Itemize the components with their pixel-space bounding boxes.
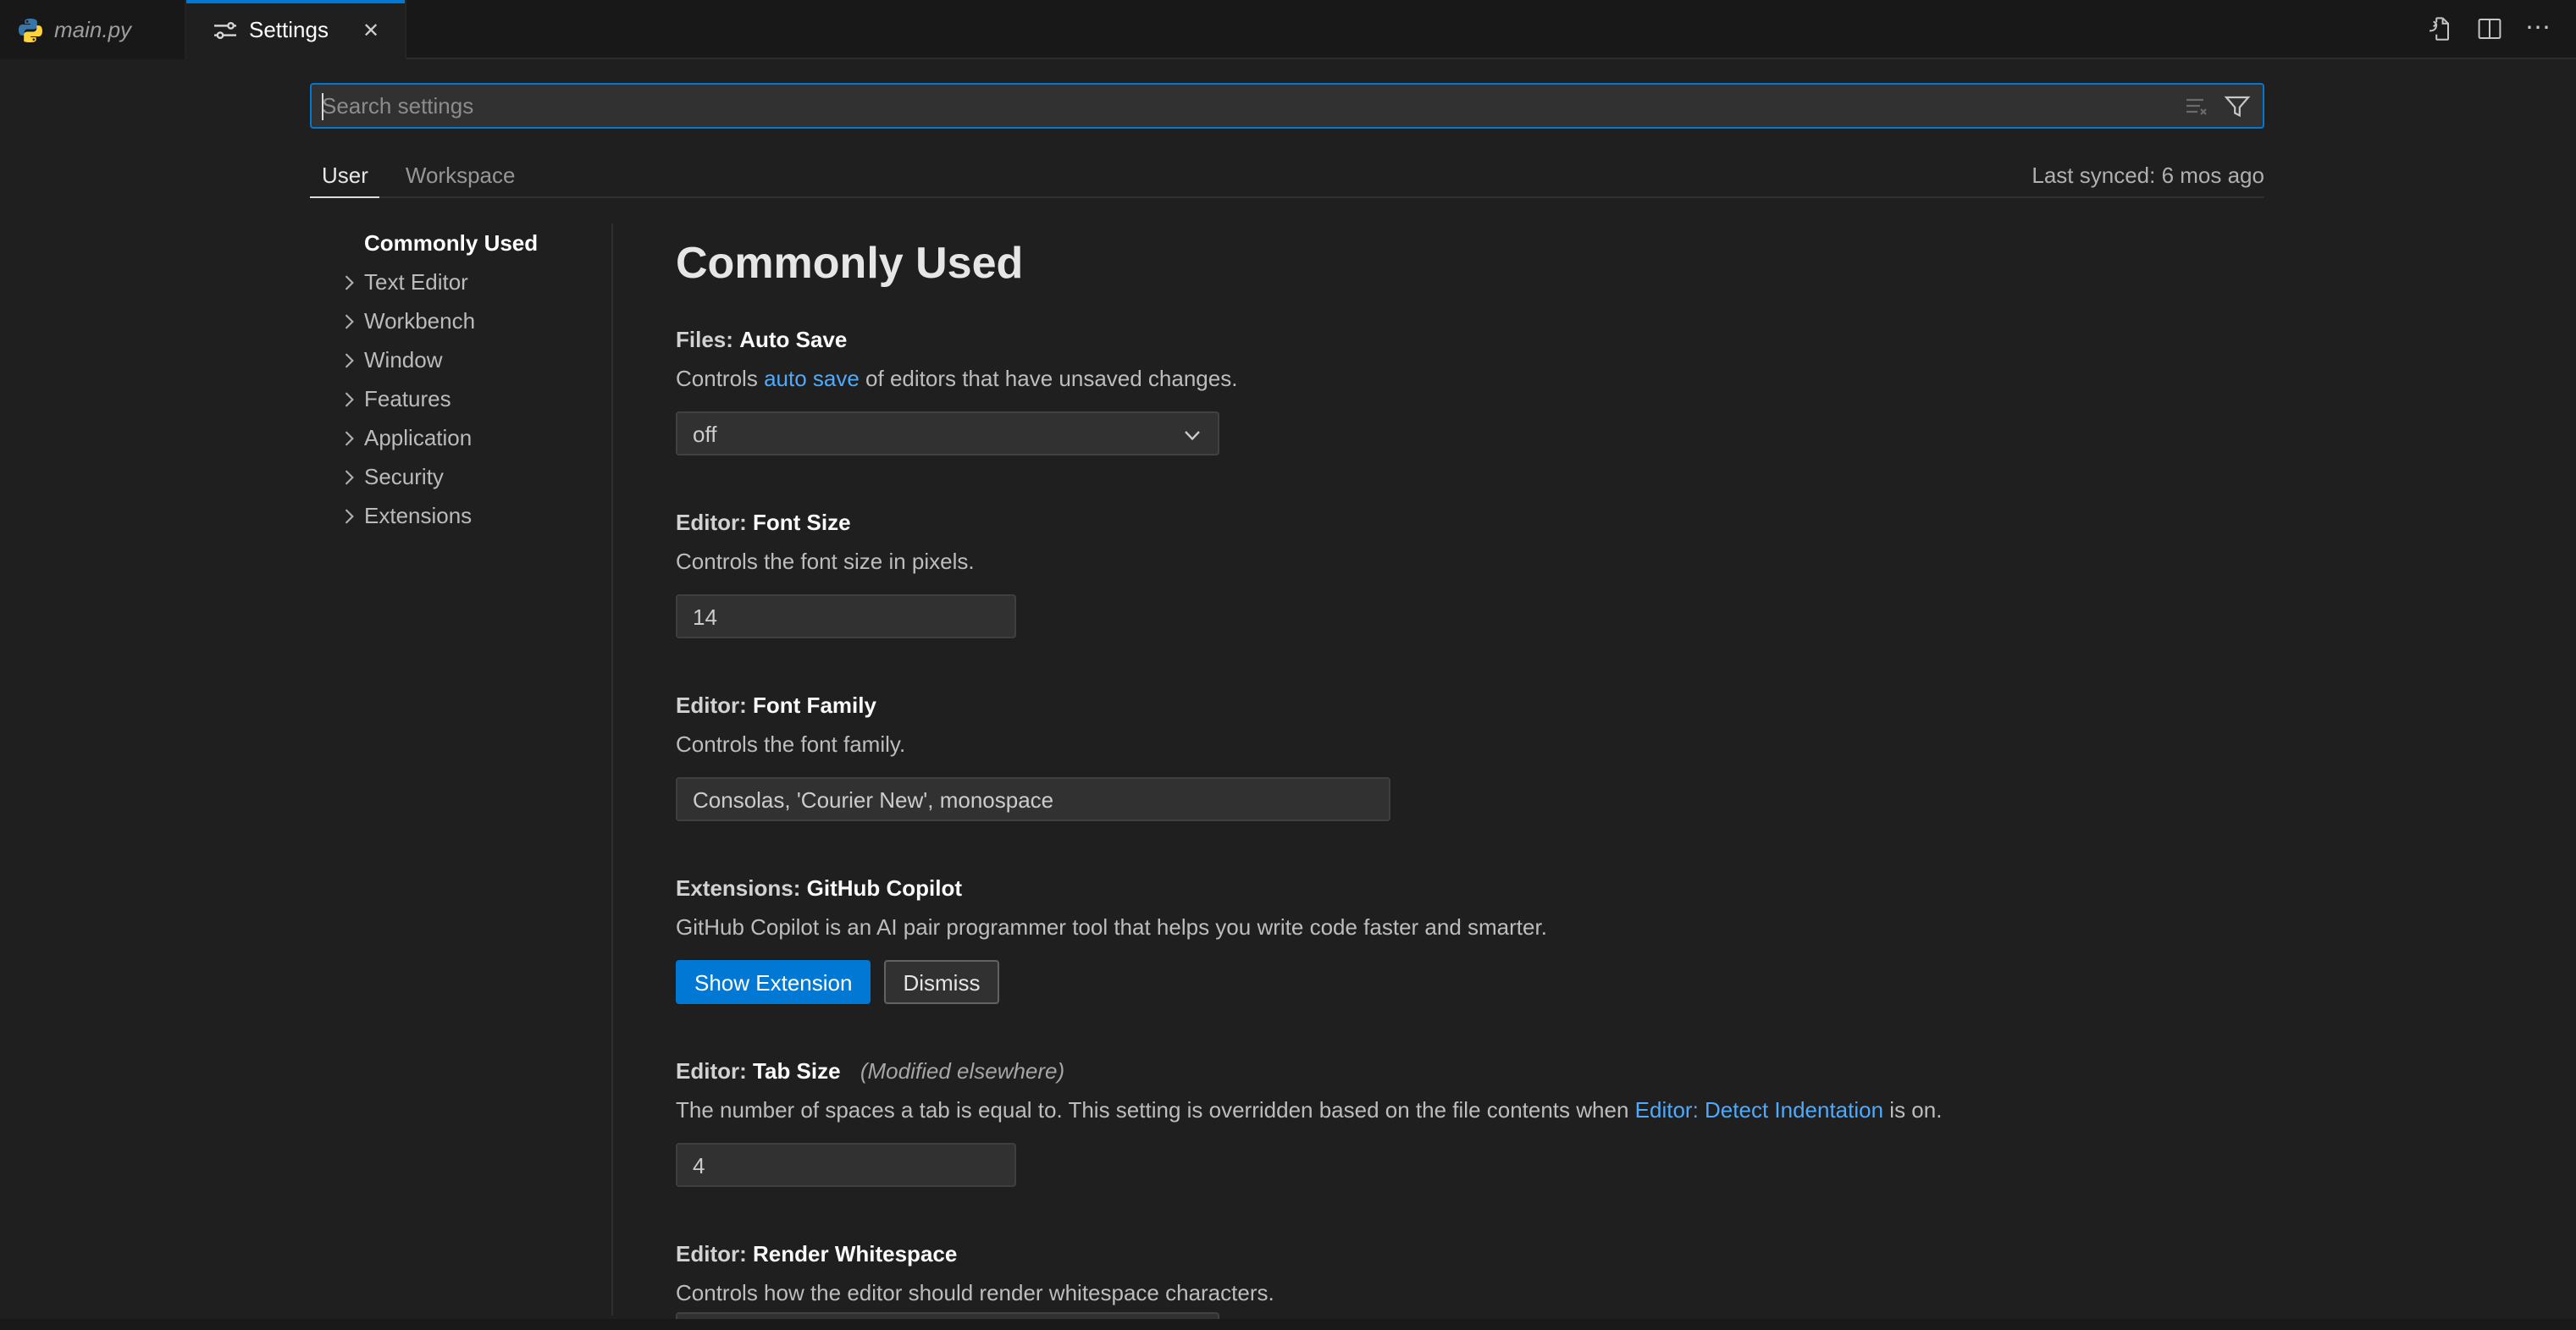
auto-save-selected-value: off [693, 421, 716, 446]
chevron-right-icon [335, 268, 362, 295]
setting-name: Font Family [753, 693, 876, 718]
toc-item-application[interactable]: Application [312, 418, 611, 457]
settings-editor-window: main.py Settings ✕ [0, 0, 2576, 1330]
dismiss-button[interactable]: Dismiss [884, 960, 998, 1004]
modified-elsewhere-badge: (Modified elsewhere) [860, 1058, 1064, 1084]
setting-category: Files: [676, 327, 733, 352]
toc-item-features[interactable]: Features [312, 379, 611, 418]
settings-sliders-icon [212, 16, 239, 43]
tab-settings-label: Settings [249, 17, 329, 42]
more-actions-icon[interactable]: ⋯ [2525, 15, 2552, 42]
python-file-icon [17, 16, 44, 43]
editor-bottom-edge [0, 1319, 2576, 1330]
toc-item-workbench[interactable]: Workbench [312, 301, 611, 340]
close-tab-icon[interactable]: ✕ [354, 13, 388, 47]
auto-save-link[interactable]: auto save [764, 366, 860, 391]
settings-toc: Commonly Used Text Editor Workbench Wind… [312, 224, 611, 535]
show-extension-button[interactable]: Show Extension [676, 960, 871, 1004]
setting-row-files-auto-save: Files: Auto Save Controls auto save of e… [676, 325, 2264, 455]
editor-actions: ⋯ [2427, 0, 2576, 58]
toc-item-commonly-used[interactable]: Commonly Used [312, 224, 611, 262]
page-title: Commonly Used [676, 237, 2264, 288]
setting-description: of editors that have unsaved changes. [860, 366, 1238, 391]
auto-save-select[interactable]: off [676, 411, 1219, 455]
setting-description: GitHub Copilot is an AI pair programmer … [676, 913, 2264, 943]
font-size-input[interactable] [676, 594, 1016, 638]
chevron-down-icon [1179, 422, 1206, 449]
editor-tab-bar: main.py Settings ✕ [0, 0, 2576, 59]
setting-category: Editor: [676, 510, 747, 535]
toc-resize-sash[interactable] [611, 224, 613, 1316]
filter-icon[interactable] [2224, 92, 2251, 119]
setting-row-editor-tab-size: Editor: Tab Size (Modified elsewhere) Th… [676, 1057, 2264, 1187]
setting-category: Editor: [676, 693, 747, 718]
toc-item-extensions[interactable]: Extensions [312, 496, 611, 535]
tab-main-py-label: main.py [54, 17, 131, 42]
search-input[interactable] [312, 85, 2183, 127]
chevron-right-icon [335, 307, 362, 334]
scope-tab-workspace-label: Workspace [406, 162, 516, 187]
text-caret [322, 93, 323, 120]
scope-tab-user-label: User [322, 162, 368, 187]
toc-item-text-editor[interactable]: Text Editor [312, 262, 611, 301]
tab-settings[interactable]: Settings ✕ [186, 0, 406, 59]
clear-search-icon[interactable] [2183, 92, 2210, 119]
setting-row-render-whitespace: Editor: Render Whitespace Controls how t… [676, 1239, 2264, 1309]
search-actions [2183, 92, 2263, 119]
settings-search-box [310, 83, 2264, 129]
setting-description: Controls how the editor should render wh… [676, 1278, 2264, 1309]
scope-tab-bar: User Workspace Last synced: 6 mos ago [310, 152, 2264, 198]
detect-indentation-link[interactable]: Editor: Detect Indentation [1635, 1097, 1883, 1123]
scope-tab-user[interactable]: User [310, 153, 380, 197]
toc-item-label: Application [364, 425, 472, 450]
toc-item-security[interactable]: Security [312, 457, 611, 496]
toc-item-label: Features [364, 386, 451, 411]
toc-item-label: Security [364, 464, 444, 489]
toc-item-label: Window [364, 347, 443, 373]
setting-category: Extensions: [676, 875, 800, 901]
setting-row-github-copilot: Extensions: GitHub Copilot GitHub Copilo… [676, 874, 2264, 1004]
setting-row-editor-font-family: Editor: Font Family Controls the font fa… [676, 691, 2264, 821]
setting-description: The number of spaces a tab is equal to. … [676, 1097, 1635, 1123]
scope-tab-workspace[interactable]: Workspace [394, 152, 528, 196]
chevron-right-icon [335, 502, 362, 529]
setting-description: is on. [1883, 1097, 1942, 1123]
setting-name: Render Whitespace [753, 1241, 957, 1267]
setting-description: Controls the font family. [676, 730, 2264, 760]
setting-row-editor-font-size: Editor: Font Size Controls the font size… [676, 508, 2264, 638]
toc-item-label: Commonly Used [312, 230, 538, 256]
setting-name: Font Size [753, 510, 851, 535]
toc-item-label: Text Editor [364, 269, 468, 295]
font-family-input[interactable] [676, 777, 1390, 821]
toc-item-label: Workbench [364, 308, 475, 334]
setting-description: Controls [676, 366, 764, 391]
chevron-right-icon [335, 385, 362, 412]
setting-category: Editor: [676, 1058, 747, 1084]
setting-name: Auto Save [739, 327, 847, 352]
last-synced-status: Last synced: 6 mos ago [2032, 162, 2264, 187]
toc-item-window[interactable]: Window [312, 340, 611, 379]
setting-category: Editor: [676, 1241, 747, 1267]
open-settings-json-icon[interactable] [2427, 15, 2454, 42]
setting-name: Tab Size [753, 1058, 841, 1084]
chevron-right-icon [335, 463, 362, 490]
setting-name: GitHub Copilot [807, 875, 962, 901]
chevron-right-icon [335, 346, 362, 373]
tab-main-py[interactable]: main.py [0, 0, 186, 59]
settings-content: Commonly Used Files: Auto Save Controls … [676, 237, 2264, 1330]
chevron-right-icon [335, 424, 362, 451]
tab-size-input[interactable] [676, 1143, 1016, 1187]
split-editor-icon[interactable] [2476, 15, 2503, 42]
toc-item-label: Extensions [364, 503, 472, 528]
setting-description: Controls the font size in pixels. [676, 547, 2264, 577]
